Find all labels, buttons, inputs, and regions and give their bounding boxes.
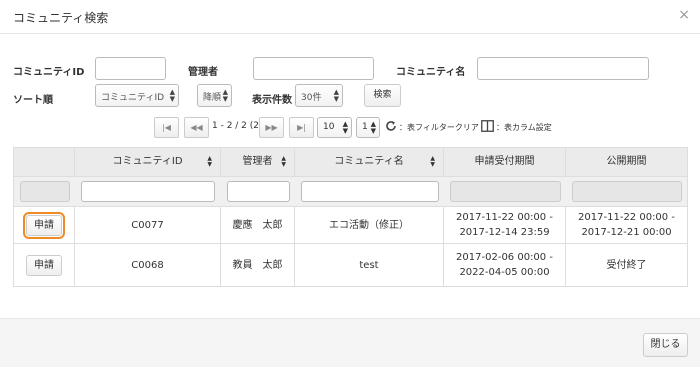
community-search-dialog: コミュニティ検索 × コミュニティID 管理者 コミュニティ名 ソート順 コミュ… (0, 0, 700, 367)
search-button[interactable]: 検索 (364, 84, 401, 107)
community-name-cell: test (295, 244, 444, 286)
pager-info: 1 - 2 / 2 (2) (212, 121, 263, 131)
table-row: 申請 C0068 教員 太郎 test 2017-02-06 00:00 - 2… (14, 244, 687, 286)
header-application-period: 申請受付期間 (444, 148, 566, 177)
page-size-select[interactable]: 30件 ▲ ▼ (295, 84, 343, 107)
sort-icon: ▲ ▼ (281, 155, 286, 168)
manager-label: 管理者 (188, 67, 218, 78)
filter-application-period (450, 181, 561, 202)
filter-community-name[interactable] (301, 181, 439, 202)
sort-order-value: 降順 (203, 93, 222, 103)
application-period-cell: 2017-11-22 00:00 - 2017-12-14 23:59 (444, 207, 566, 243)
public-period-cell: 2017-11-22 00:00 - 2017-12-21 00:00 (566, 207, 687, 243)
apply-button[interactable]: 申請 (23, 211, 65, 239)
select-arrow-icon: ▲ ▼ (222, 88, 228, 103)
header-community-id[interactable]: コミュニティID ▲ ▼ (75, 148, 221, 177)
community-id-input[interactable] (95, 57, 166, 80)
application-start: 2017-11-22 00:00 - (456, 212, 553, 223)
manager-cell: 教員 太郎 (221, 244, 295, 286)
filter-public-period (572, 181, 682, 202)
community-name-input[interactable] (477, 57, 649, 80)
prev-page-icon[interactable]: ◀◀ (184, 117, 209, 138)
community-id-label: コミュニティID (13, 67, 85, 78)
header-action (14, 148, 75, 177)
manager-input[interactable] (253, 57, 374, 80)
action-cell: 申請 (14, 244, 75, 286)
select-arrow-icon: ▲ ▼ (370, 120, 376, 135)
sort-field-value: コミュニティID (101, 93, 165, 103)
page-size-value: 30件 (301, 93, 322, 103)
filter-row (14, 177, 687, 207)
results-table: コミュニティID ▲ ▼ 管理者 ▲ ▼ コミュニティ名 ▲ ▼ 申請受付期間 公開期… (13, 147, 688, 287)
application-end: 2017-12-14 23:59 (459, 227, 550, 238)
table-row: 申請 C0077 慶應 太郎 エコ活動（修正） 2017-11-22 00:00… (14, 207, 687, 244)
page-size-label: 表示件数 (252, 95, 292, 106)
community-id-cell: C0068 (75, 244, 221, 286)
filter-manager[interactable] (227, 181, 290, 202)
community-name-label: コミュニティ名 (396, 67, 466, 78)
sort-label: ソート順 (13, 95, 53, 106)
close-button[interactable]: 閉じる (643, 333, 688, 357)
sort-icon: ▲ ▼ (430, 155, 435, 168)
application-end: 2022-04-05 00:00 (459, 267, 550, 278)
close-icon[interactable]: × (678, 8, 690, 22)
rows-per-page-select[interactable]: 10 ▲ ▼ (317, 117, 352, 138)
column-settings-label[interactable]: ：表カラム設定 (496, 122, 552, 133)
community-id-cell: C0077 (75, 207, 221, 243)
dialog-title: コミュニティ検索 (13, 11, 109, 25)
page-number-value: 1 (362, 122, 368, 132)
action-cell: 申請 (14, 207, 75, 243)
first-page-icon[interactable]: |◀ (154, 117, 179, 138)
sort-order-select[interactable]: 降順 ▲ ▼ (197, 84, 232, 107)
apply-button[interactable]: 申請 (26, 254, 62, 276)
public-period-cell: 受付終了 (566, 244, 687, 286)
dialog-header: コミュニティ検索 × (0, 0, 700, 34)
select-arrow-icon: ▲ ▼ (333, 88, 339, 103)
refresh-icon[interactable] (385, 120, 397, 132)
header-community-name[interactable]: コミュニティ名 ▲ ▼ (295, 148, 444, 177)
header-community-name-label: コミュニティ名 (334, 156, 404, 167)
application-start: 2017-02-06 00:00 - (456, 252, 553, 263)
sort-icon: ▲ ▼ (207, 155, 212, 168)
community-name-cell: エコ活動（修正） (295, 207, 444, 243)
header-community-id-label: コミュニティID (112, 156, 183, 167)
header-manager-label: 管理者 (242, 156, 273, 167)
header-manager[interactable]: 管理者 ▲ ▼ (221, 148, 295, 177)
filter-community-id[interactable] (81, 181, 215, 202)
public-status: 受付終了 (606, 259, 647, 271)
header-public-period: 公開期間 (566, 148, 687, 177)
filter-clear-label[interactable]: ：表フィルタークリア (399, 122, 479, 133)
rows-per-page-value: 10 (323, 122, 335, 132)
sort-field-select[interactable]: コミュニティID ▲ ▼ (95, 84, 179, 107)
filter-action-disabled (20, 181, 70, 202)
manager-cell: 慶應 太郎 (221, 207, 295, 243)
columns-icon[interactable] (481, 120, 494, 132)
next-page-icon[interactable]: ▶▶ (259, 117, 284, 138)
select-arrow-icon: ▲ ▼ (342, 120, 348, 135)
public-start: 2017-11-22 00:00 - (578, 212, 675, 223)
page-number-select[interactable]: 1 ▲ ▼ (356, 117, 380, 138)
last-page-icon[interactable]: ▶| (289, 117, 314, 138)
dialog-footer: 閉じる (0, 318, 700, 367)
public-end: 2017-12-21 00:00 (581, 227, 672, 238)
application-period-cell: 2017-02-06 00:00 - 2022-04-05 00:00 (444, 244, 566, 286)
select-arrow-icon: ▲ ▼ (169, 88, 175, 103)
